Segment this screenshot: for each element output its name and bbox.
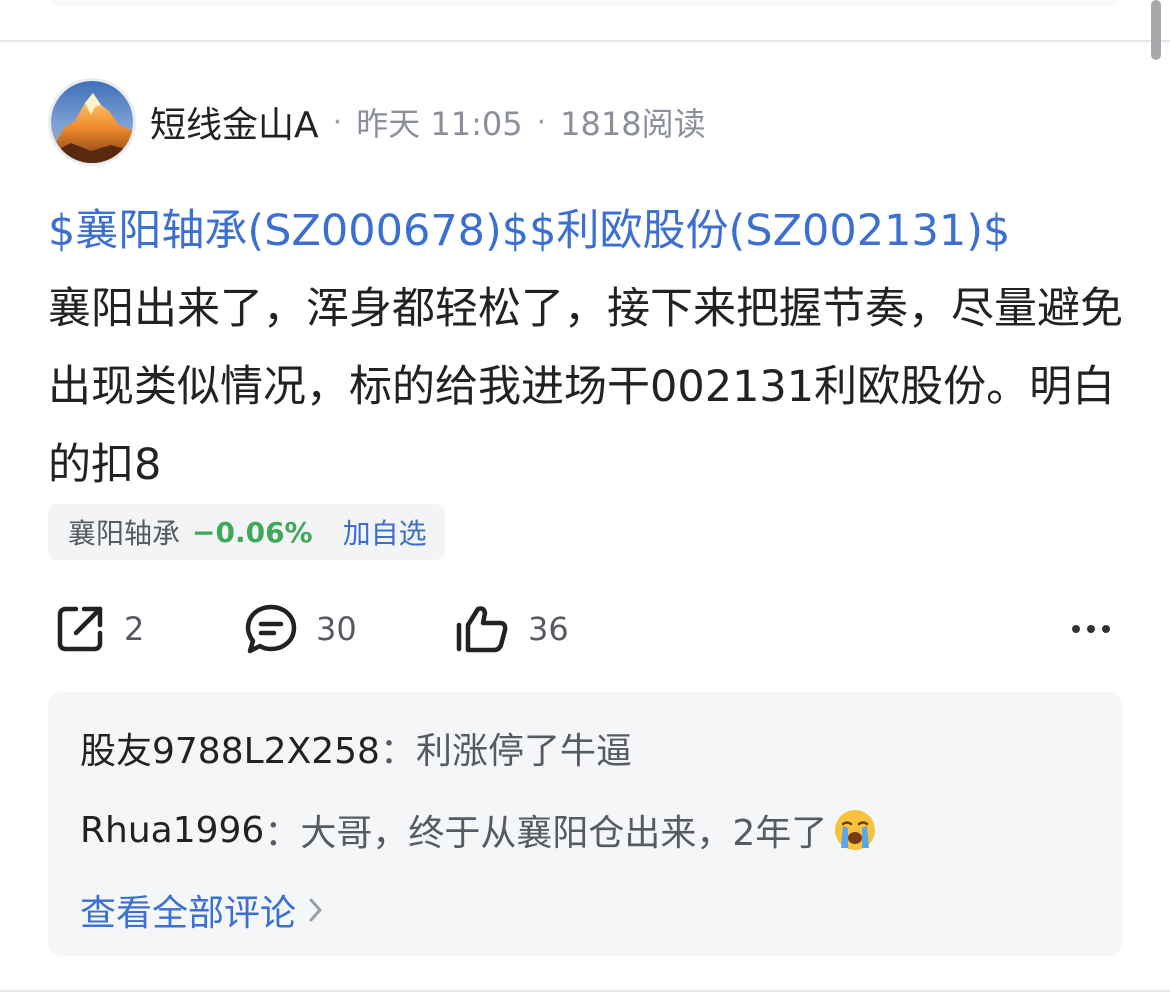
- share-count: 2: [124, 610, 145, 648]
- more-options-button[interactable]: [1072, 600, 1110, 658]
- stock-link-liou[interactable]: $利欧股份(SZ002131)$: [529, 206, 1010, 256]
- read-count: 1818阅读: [560, 105, 706, 143]
- more-dot-icon: [1072, 625, 1080, 633]
- previous-post-card: [48, 0, 1122, 6]
- share-icon: [57, 606, 103, 652]
- post-content: $襄阳轴承(SZ000678)$$利欧股份(SZ002131)$ 襄阳出来了，浑身…: [48, 192, 1128, 504]
- avatar[interactable]: [48, 78, 136, 166]
- comment-button[interactable]: 30: [244, 600, 357, 658]
- crying-face-icon: [835, 810, 876, 850]
- action-bar: 2 30 36: [48, 600, 1122, 658]
- stock-chip-change: −0.06%: [192, 515, 313, 549]
- add-to-watchlist-button[interactable]: 加自选: [343, 512, 427, 552]
- like-count: 36: [528, 610, 569, 648]
- view-all-label: 查看全部评论: [80, 893, 297, 934]
- comment-user[interactable]: Rhua1996: [80, 810, 264, 851]
- meta-separator: ·: [332, 104, 343, 140]
- comment-count: 30: [316, 610, 357, 648]
- post-meta: · 昨天 11:05 · 1818阅读: [319, 99, 706, 145]
- stock-chip-name: 襄阳轴承: [68, 517, 181, 550]
- meta-separator: ·: [536, 104, 547, 140]
- more-dot-icon: [1087, 625, 1095, 633]
- post-body-text: 襄阳出来了，浑身都轻松了，接下来把握节奏，尽量避免出现类似情况，标的给我进场干0…: [48, 284, 1123, 490]
- comment-separator: ：: [379, 731, 416, 772]
- comment-item[interactable]: 股友9788L2X258 ： 利涨停了牛逼: [80, 722, 632, 774]
- divider: [0, 990, 1170, 992]
- thumbs-up-icon: [456, 606, 508, 653]
- comments-preview: 股友9788L2X258 ： 利涨停了牛逼 Rhua1996 ： 大哥，终于从襄…: [48, 692, 1122, 956]
- mountain-avatar-image: [51, 81, 133, 163]
- post-card: 短线金山A · 昨天 11:05 · 1818阅读 $襄阳轴承(SZ000678…: [0, 42, 1170, 988]
- comment-item[interactable]: Rhua1996 ： 大哥，终于从襄阳仓出来，2年了: [80, 804, 877, 856]
- stock-link-xiangyang[interactable]: $襄阳轴承(SZ000678)$: [48, 206, 529, 256]
- stock-chip[interactable]: 襄阳轴承 −0.06% 加自选: [48, 504, 445, 560]
- comment-user[interactable]: 股友9788L2X258: [80, 722, 380, 774]
- comment-separator: ：: [264, 813, 301, 854]
- share-button[interactable]: 2: [54, 600, 144, 658]
- chevron-right-icon: [309, 898, 322, 922]
- more-dot-icon: [1102, 625, 1110, 633]
- comment-text: 大哥，终于从襄阳仓出来，2年了: [300, 813, 828, 854]
- like-button[interactable]: 36: [454, 600, 569, 658]
- author-name[interactable]: 短线金山A: [150, 96, 319, 148]
- post-header: 短线金山A · 昨天 11:05 · 1818阅读: [48, 78, 706, 166]
- view-all-comments-link[interactable]: 查看全部评论: [80, 884, 324, 936]
- post-time: 昨天 11:05: [356, 105, 523, 143]
- comment-icon: [245, 604, 297, 654]
- comment-text: 利涨停了牛逼: [415, 731, 632, 772]
